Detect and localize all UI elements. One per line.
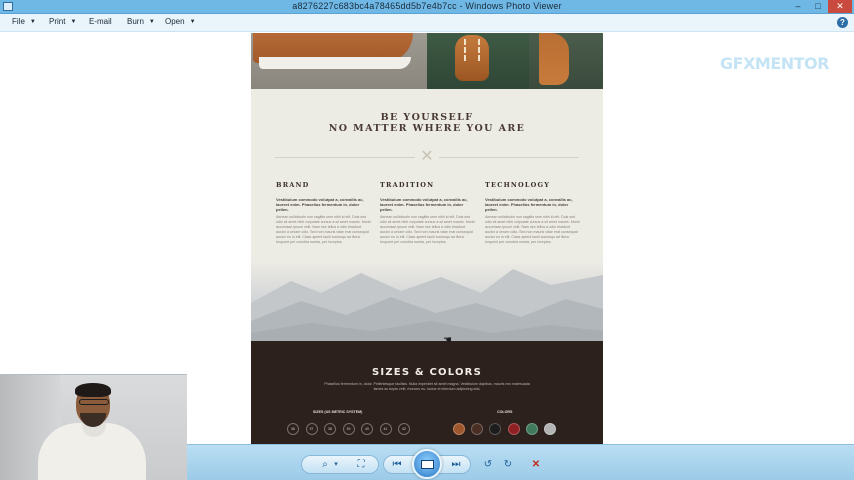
headline-line-1: BE YOURSELF [380,112,474,123]
chevron-down-icon: ▼ [189,19,196,25]
feature-body: Aenean sollicitudin non sagittis sem nib… [276,215,371,244]
feature-lead: Vestibulum commodo volutpat a, convallis… [276,197,364,212]
menu-burn-label: Burn [127,17,144,26]
color-swatch[interactable] [453,423,465,435]
divider-right [439,157,579,158]
close-window-button[interactable]: ✕ [828,0,852,13]
menu-email[interactable]: E-mail [89,17,112,26]
colors-label: COLORS [497,410,513,414]
size-option[interactable]: 40 [361,423,373,435]
chevron-down-icon: ▼ [29,19,36,25]
size-option[interactable]: 42 [398,423,410,435]
feature-lead: Vestibulum commodo volutpat a, convallis… [380,197,468,212]
feature-column-technology: TECHNOLOGY Vestibulum commodo volutpat a… [485,181,581,245]
divider-left [275,157,415,158]
zoom-dropdown-arrow-icon[interactable]: ▾ [332,457,340,472]
menu-file-label: File [12,17,25,26]
menu-print[interactable]: Print ▼ [49,17,76,26]
feature-body: Aenean sollicitudin non sagittis sem nib… [380,215,475,244]
size-option[interactable]: 36 [287,423,299,435]
size-option[interactable]: 37 [305,423,318,435]
color-swatch[interactable] [544,423,556,435]
actual-size-icon[interactable]: ⛶ [353,457,369,472]
menu-burn[interactable]: Burn ▼ [127,17,155,26]
hand-cursor-icon: ☚ [443,335,452,346]
slideshow-button[interactable] [412,449,442,479]
mountain-landscape [251,263,603,341]
watermark-logo: GFXMENTOR [720,54,829,73]
shoe-photo-2 [427,33,529,89]
chevron-down-icon: ▼ [70,19,77,25]
next-icon[interactable]: ⏭ [447,457,465,472]
menu-open[interactable]: Open ▼ [165,17,196,26]
menu-print-label: Print [49,17,66,26]
feature-heading: TECHNOLOGY [485,181,551,189]
rotate-counterclockwise-icon[interactable]: ↺ [480,457,496,472]
shoe-photo-1 [251,33,427,89]
displayed-image: BE YOURSELF NO MATTER WHERE YOU ARE ✕ BR… [251,33,603,444]
viewer-toolbar: ⌕ ▾ ⛶ ⏮ ⏭ ↺ ↻ ✕ [187,444,854,480]
webcam-overlay [0,374,187,480]
feature-heading: TRADITION [380,181,435,189]
feature-body: Aenean sollicitudin non sagittis sem nib… [485,215,580,244]
minimize-button[interactable]: – [788,0,808,13]
color-swatch[interactable] [471,423,484,435]
delete-icon[interactable]: ✕ [529,457,543,472]
size-option[interactable]: 39 [342,423,355,435]
sizes-label: SIZES (US METRIC SYSTEM) [313,410,363,414]
menu-file[interactable]: File ▼ [12,17,36,26]
maximize-button[interactable]: □ [808,0,828,13]
menu-email-label: E-mail [89,17,112,26]
rotate-clockwise-icon[interactable]: ↻ [500,457,516,472]
menu-bar: File ▼ Print ▼ E-mail Burn ▼ Open ▼ ? [0,14,854,32]
color-swatch[interactable] [525,423,538,435]
color-swatch[interactable] [489,423,502,435]
chevron-down-icon: ▼ [148,19,155,25]
shoe-photo-3 [529,33,603,89]
help-icon[interactable]: ? [837,17,848,28]
previous-icon[interactable]: ⏮ [388,457,406,472]
feature-heading: BRAND [276,181,310,189]
window-title: a8276227c683bc4a78465dd5b7e4b7cc - Windo… [292,1,562,11]
sizes-colors-title: SIZES & COLORS [372,367,482,378]
menu-open-label: Open [165,17,185,26]
feature-column-brand: BRAND Vestibulum commodo volutpat a, con… [276,181,372,245]
crossed-arrows-icon: ✕ [420,148,434,165]
sizes-colors-section: SIZES & COLORS Phasellus fermentum in, d… [251,341,603,444]
shoe-photo-strip [251,33,603,89]
size-option[interactable]: 38 [324,423,336,435]
sizes-colors-text: Phasellus fermentum in, dolor. Pellentes… [324,382,530,391]
zoom-icon[interactable]: ⌕ [317,457,333,472]
feature-column-tradition: TRADITION Vestibulum commodo volutpat a,… [380,181,476,245]
size-option[interactable]: 41 [379,423,392,435]
headline-line-2: NO MATTER WHERE YOU ARE [328,123,526,134]
title-bar: a8276227c683bc4a78465dd5b7e4b7cc - Windo… [0,0,854,14]
slideshow-icon [421,460,434,469]
feature-lead: Vestibulum commodo volutpat a, convallis… [485,197,573,212]
color-swatch[interactable] [507,423,520,435]
